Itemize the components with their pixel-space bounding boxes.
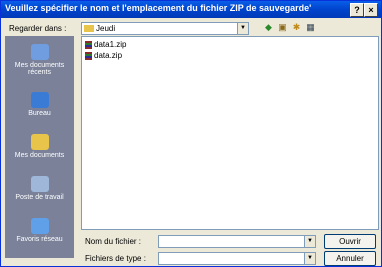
views-menu-icon[interactable]: ▦ bbox=[305, 22, 316, 33]
place-label: Favoris réseau bbox=[16, 236, 63, 243]
place-recent-documents[interactable]: Mes documents récents bbox=[5, 44, 74, 76]
zip-file-icon bbox=[85, 40, 92, 49]
save-dialog: Veuillez spécifier le nom et l'emplaceme… bbox=[0, 0, 382, 267]
list-item[interactable]: data.zip bbox=[85, 51, 122, 60]
look-in-dropdown[interactable]: Jeudi ▼ bbox=[81, 22, 249, 35]
my-documents-icon bbox=[30, 134, 49, 150]
look-in-label: Regarder dans : bbox=[9, 24, 67, 33]
place-desktop[interactable]: Bureau bbox=[5, 92, 74, 117]
dialog-title: Veuillez spécifier le nom et l'emplaceme… bbox=[5, 3, 312, 13]
cancel-button[interactable]: Annuler bbox=[324, 251, 376, 266]
file-list[interactable]: data1.zip data.zip bbox=[81, 36, 379, 230]
chevron-down-icon[interactable]: ▼ bbox=[304, 236, 315, 247]
network-icon bbox=[30, 218, 49, 234]
place-label: Poste de travail bbox=[15, 194, 64, 201]
place-network[interactable]: Favoris réseau bbox=[5, 218, 74, 243]
look-in-value: Jeudi bbox=[96, 24, 116, 33]
place-label: Bureau bbox=[28, 110, 51, 117]
chevron-down-icon[interactable]: ▼ bbox=[304, 253, 315, 264]
help-button[interactable]: ? bbox=[350, 3, 364, 17]
places-bar: Mes documents récents Bureau Mes documen… bbox=[5, 36, 74, 258]
filetype-label: Fichiers de type : bbox=[85, 254, 146, 263]
new-folder-icon[interactable]: ✱ bbox=[291, 22, 302, 33]
open-button[interactable]: Ouvrir bbox=[324, 234, 376, 249]
folder-icon bbox=[84, 25, 94, 32]
close-button[interactable]: × bbox=[364, 3, 378, 17]
up-folder-icon[interactable]: ▣ bbox=[277, 22, 288, 33]
place-label: Mes documents bbox=[14, 152, 65, 159]
title-bar[interactable]: Veuillez spécifier le nom et l'emplaceme… bbox=[1, 1, 381, 18]
place-my-documents[interactable]: Mes documents bbox=[5, 134, 74, 159]
filename-label: Nom du fichier : bbox=[85, 237, 142, 246]
my-computer-icon bbox=[30, 176, 49, 192]
filetype-dropdown[interactable]: ▼ bbox=[158, 252, 316, 265]
desktop-icon bbox=[30, 92, 49, 108]
filename-field[interactable]: ▼ bbox=[158, 235, 316, 248]
zip-file-icon bbox=[85, 51, 92, 60]
recent-docs-icon bbox=[30, 44, 49, 60]
list-item[interactable]: data1.zip bbox=[85, 40, 126, 49]
chevron-down-icon[interactable]: ▼ bbox=[237, 23, 248, 34]
place-label: Mes documents récents bbox=[14, 62, 65, 76]
file-name: data.zip bbox=[94, 51, 123, 60]
back-icon[interactable]: ◆ bbox=[263, 22, 274, 33]
place-my-computer[interactable]: Poste de travail bbox=[5, 176, 74, 201]
file-name: data1.zip bbox=[94, 40, 127, 49]
